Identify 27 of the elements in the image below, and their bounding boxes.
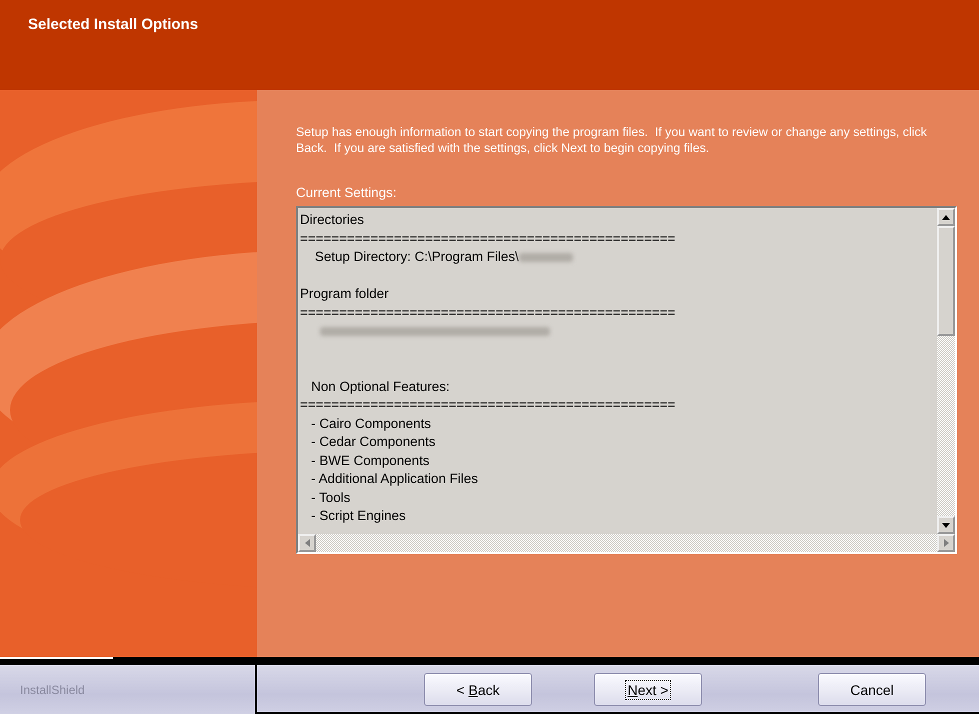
settings-line: ================================================ [300, 230, 676, 248]
settings-line: Setup Directory: C:\Program Files\ [314, 248, 519, 266]
settings-line: Directories [300, 211, 364, 229]
settings-label: Current Settings: [296, 185, 398, 200]
settings-line: Program folder [300, 285, 389, 303]
scroll-down-icon[interactable] [937, 516, 955, 534]
dialog-button[interactable]: Next > [594, 673, 702, 706]
settings-line: - Additional Application Files [310, 470, 478, 488]
scroll-up-icon[interactable] [937, 208, 955, 226]
settings-line: ================================================ [300, 304, 676, 322]
settings-line: - BWE Components [310, 452, 430, 470]
scroll-left-icon[interactable] [298, 534, 316, 552]
settings-line: Non Optional Features: [310, 378, 450, 396]
settings-line: - Tools [310, 488, 350, 506]
intro-text: Setup has enough information to start copying the program files. If you want to review or change any settings, click Back. If you are satisfied with the settings, click Next to begin copying files. [296, 124, 928, 156]
settings-line: ================================================ [300, 396, 676, 414]
settings-line: - Cairo Components [310, 414, 431, 433]
dialog-button[interactable]: Cancel [818, 673, 926, 706]
settings-line: - Script Engines [310, 507, 406, 525]
vertical-scrollbar[interactable] [937, 208, 955, 534]
brand-label: InstallShield [20, 682, 85, 696]
dialog-button[interactable]: < Back [424, 673, 532, 706]
settings-listbox[interactable] [296, 206, 957, 554]
horizontal-scrollbar[interactable] [298, 534, 955, 552]
scroll-thumb[interactable] [937, 226, 955, 336]
window-title: Selected Install Options [28, 16, 198, 33]
settings-line: - Cedar Components [310, 433, 436, 451]
